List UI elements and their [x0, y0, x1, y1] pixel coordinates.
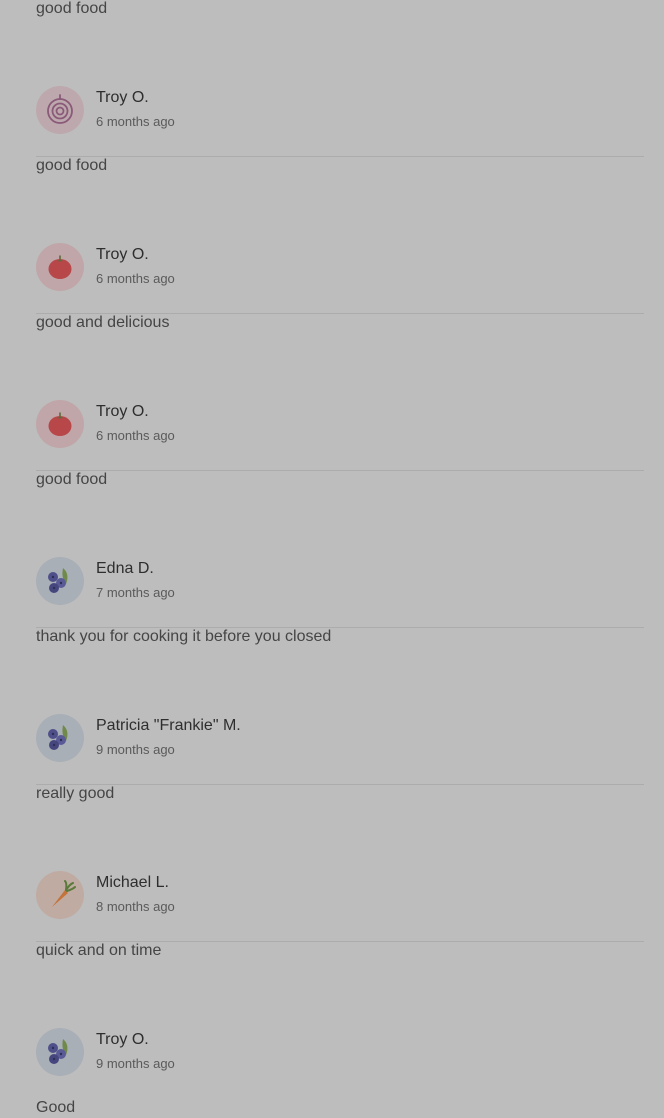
reviewer-avatar[interactable] — [36, 86, 84, 134]
reviewer-name[interactable]: Troy O. — [96, 245, 149, 265]
onion-icon — [47, 94, 73, 124]
review-timestamp: 8 months ago — [96, 899, 175, 914]
review-item: Troy O. 6 months ago good food — [36, 0, 644, 174]
reviewer-avatar[interactable] — [36, 557, 84, 605]
review-timestamp: 6 months ago — [96, 271, 175, 286]
reviewer-avatar[interactable] — [36, 400, 84, 448]
reviewer-avatar[interactable] — [36, 1028, 84, 1076]
review-timestamp: 7 months ago — [96, 585, 175, 600]
review-item: Troy O. 6 months ago good food — [36, 314, 644, 488]
carrot-icon — [52, 880, 76, 907]
review-item: Patricia "Frankie" M. 9 months ago reall… — [36, 628, 644, 802]
reviewer-avatar[interactable] — [36, 714, 84, 762]
reviewer-avatar[interactable] — [36, 871, 84, 919]
reviewer-name[interactable]: Michael L. — [96, 873, 169, 893]
tomato-icon — [48, 412, 72, 436]
review-list: good food Troy O. 6 months ago good food… — [36, 0, 644, 1116]
review-timestamp: 9 months ago — [96, 742, 175, 757]
review-timestamp: 6 months ago — [96, 114, 175, 129]
blueberries-icon — [48, 1039, 68, 1064]
reviews-page: { "prev_review": { "comment": "good food… — [0, 0, 664, 1116]
review-timestamp: 6 months ago — [96, 428, 175, 443]
review-item: Edna D. 7 months ago thank you for cooki… — [36, 471, 644, 645]
review-item: Troy O. 9 months ago Good — [36, 942, 644, 1116]
blueberries-icon — [48, 568, 68, 593]
review-item: Michael L. 8 months ago quick and on tim… — [36, 785, 644, 959]
reviewer-avatar[interactable] — [36, 243, 84, 291]
reviewer-name[interactable]: Patricia "Frankie" M. — [96, 716, 241, 736]
review-timestamp: 9 months ago — [96, 1056, 175, 1071]
tomato-icon — [48, 255, 72, 279]
reviewer-name[interactable]: Edna D. — [96, 559, 154, 579]
reviewer-name[interactable]: Troy O. — [96, 1030, 149, 1050]
reviewer-name[interactable]: Troy O. — [96, 88, 149, 108]
reviewer-name[interactable]: Troy O. — [96, 402, 149, 422]
review-comment: Good — [36, 1099, 76, 1116]
review-item: Troy O. 6 months ago good and delicious — [36, 157, 644, 331]
blueberries-icon — [48, 725, 68, 750]
